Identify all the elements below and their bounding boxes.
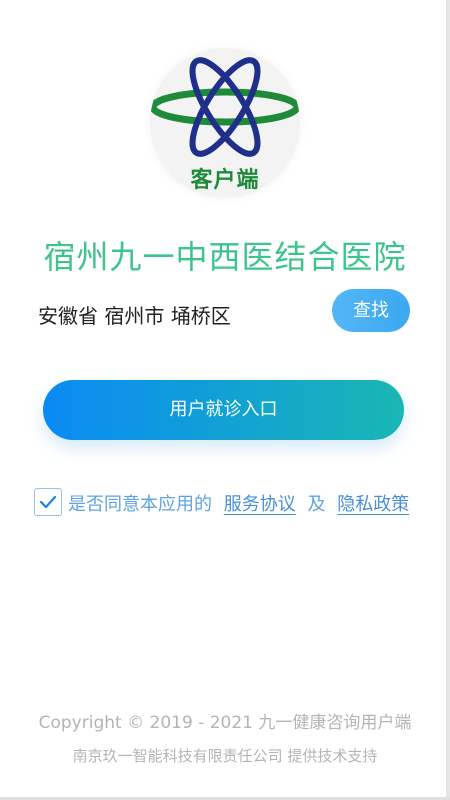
service-agreement-link[interactable]: 服务协议 <box>224 490 296 516</box>
scrollbar-track[interactable] <box>446 0 450 800</box>
agreement-connector: 及 <box>307 494 326 515</box>
app-logo: 客户端 <box>150 48 300 198</box>
agreement-text: 是否同意本应用的 服务协议 及 隐私政策 <box>68 490 415 516</box>
user-entry-button[interactable]: 用户就诊入口 <box>43 380 404 440</box>
location-text: 安徽省 宿州市 埇桥区 <box>38 304 231 328</box>
copyright-text: Copyright © 2019 - 2021 九一健康咨询用户端 <box>38 713 412 733</box>
agreement-prefix: 是否同意本应用的 <box>68 494 212 515</box>
privacy-policy-link[interactable]: 隐私政策 <box>337 490 409 516</box>
hospital-name: 宿州九一中西医结合医院 <box>43 238 407 276</box>
search-button[interactable]: 查找 <box>332 289 410 332</box>
login-page: 客户端 宿州九一中西医结合医院 安徽省 宿州市 埇桥区 查找 用户就诊入口 是否… <box>0 0 450 800</box>
support-text: 南京玖一智能科技有限责任公司 提供技术支持 <box>72 747 378 765</box>
checkmark-icon <box>39 495 57 509</box>
logo-text: 客户端 <box>190 168 260 193</box>
agree-checkbox[interactable] <box>34 488 62 516</box>
